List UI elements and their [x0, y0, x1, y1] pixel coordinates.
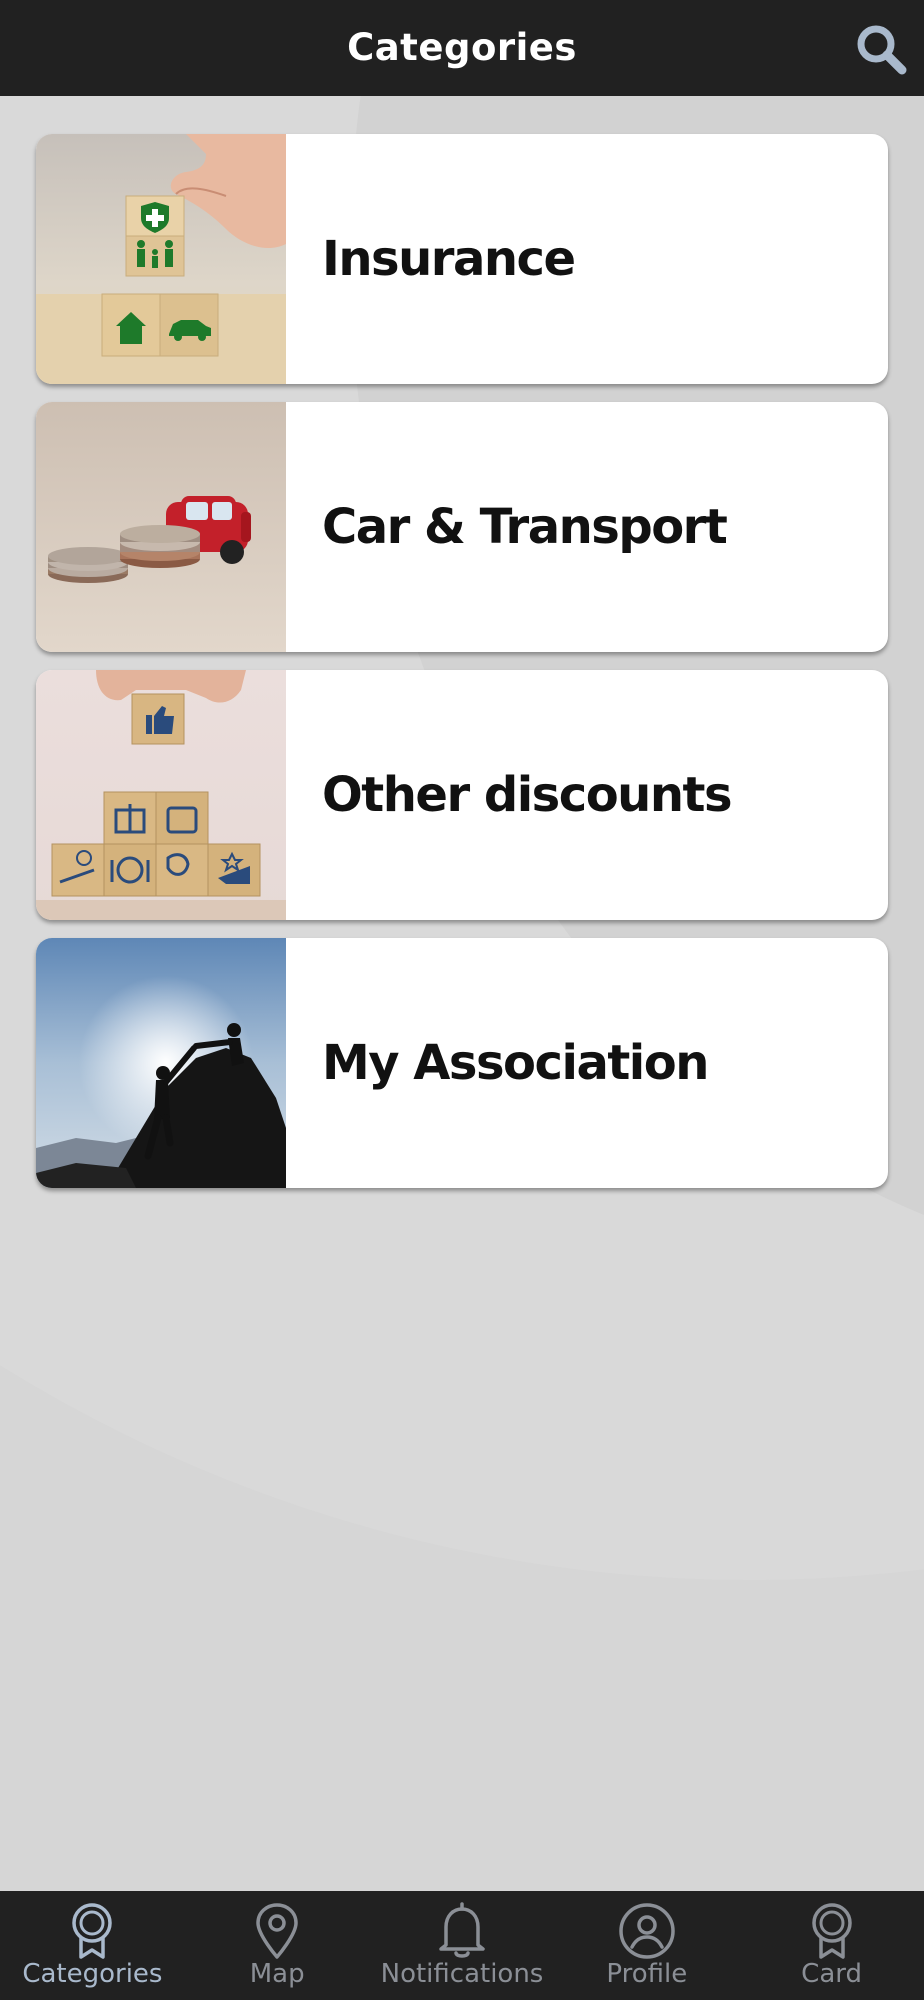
nav-label: Categories — [22, 1959, 163, 1989]
search-icon — [857, 25, 907, 75]
climbers-helping-image — [36, 938, 286, 1188]
insurance-blocks-image — [36, 134, 286, 384]
category-card-other-discounts[interactable]: Other discounts — [36, 670, 888, 920]
search-button[interactable] — [852, 20, 910, 78]
nav-item-categories[interactable]: Categories — [0, 1891, 185, 2000]
user-circle-icon — [619, 1903, 675, 1959]
bell-icon — [439, 1902, 485, 1958]
award-ribbon-icon — [72, 1903, 113, 1959]
award-ribbon-icon — [811, 1903, 852, 1959]
app-header: Categories — [0, 0, 924, 96]
category-list: Insurance Car & Transport Other discount… — [36, 134, 888, 1206]
nav-item-notifications[interactable]: Notifications — [370, 1891, 555, 2000]
nav-label: Profile — [606, 1959, 688, 1989]
category-label: Other discounts — [322, 767, 733, 823]
category-card-car-transport[interactable]: Car & Transport — [36, 402, 888, 652]
nav-item-map[interactable]: Map — [185, 1891, 370, 2000]
bottom-nav: Categories Map Notifications Profile Car… — [0, 1891, 924, 2000]
nav-item-card[interactable]: Card — [739, 1891, 924, 2000]
discount-blocks-image — [36, 670, 286, 920]
toy-car-coins-image — [36, 402, 286, 652]
nav-label: Notifications — [380, 1959, 544, 1989]
nav-label: Map — [249, 1959, 305, 1989]
map-pin-icon — [256, 1903, 298, 1959]
nav-label: Card — [801, 1959, 862, 1989]
category-label: Insurance — [322, 231, 576, 287]
category-card-my-association[interactable]: My Association — [36, 938, 888, 1188]
page-title: Categories — [347, 26, 577, 69]
nav-item-profile[interactable]: Profile — [554, 1891, 739, 2000]
category-label: My Association — [322, 1035, 709, 1091]
category-label: Car & Transport — [322, 499, 728, 555]
category-card-insurance[interactable]: Insurance — [36, 134, 888, 384]
